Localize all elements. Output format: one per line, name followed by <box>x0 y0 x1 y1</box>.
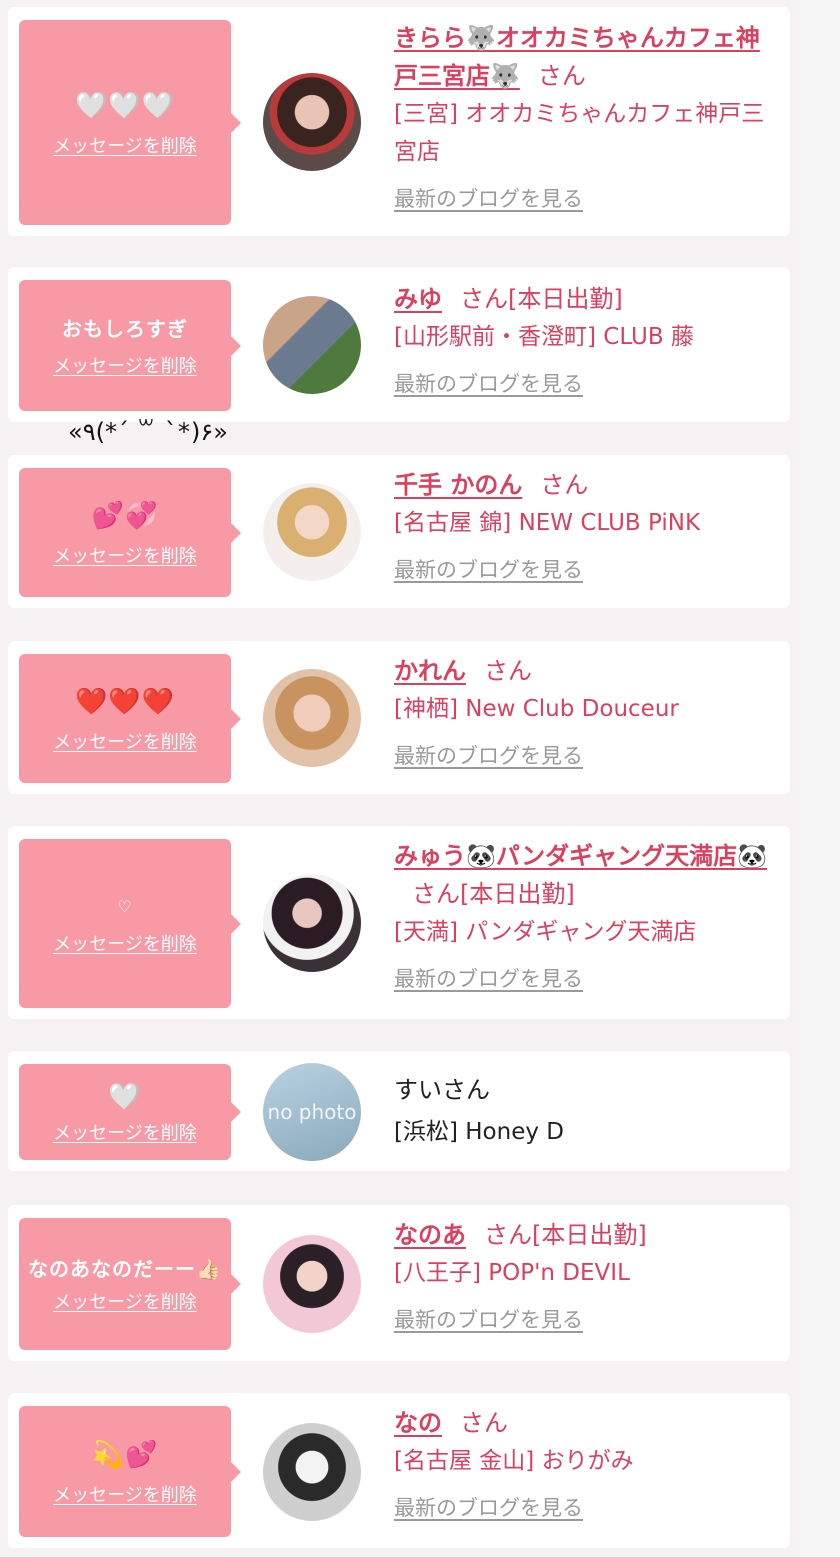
attendance-status: [本日出勤] <box>532 1221 647 1249</box>
message-bubble: 🤍🤍🤍 メッセージを削除 <box>19 20 241 225</box>
san-suffix: さん <box>484 657 532 685</box>
overlay-kaomoji: «٩(*´ ꒳ `*)۶» <box>68 418 228 446</box>
avatar[interactable] <box>263 73 361 171</box>
favorite-card: ❤️❤️❤️ メッセージを削除 かれん さん [神栖] New Club Douc… <box>8 641 790 794</box>
no-photo-text: no photo <box>267 1100 357 1124</box>
avatar[interactable] <box>263 1423 361 1521</box>
message-text: 🤍 <box>108 1082 142 1112</box>
cast-info: なの さん [名古屋 金山] おりがみ 最新のブログを見る <box>394 1404 779 1522</box>
avatar[interactable] <box>263 296 361 394</box>
latest-blog-link[interactable]: 最新のブログを見る <box>394 1492 583 1522</box>
message-text: 💕💞 <box>91 500 159 531</box>
delete-message-link[interactable]: メッセージを削除 <box>53 352 197 378</box>
avatar[interactable] <box>263 669 361 767</box>
san-suffix: さん <box>540 471 589 499</box>
delete-message-link[interactable]: メッセージを削除 <box>53 542 197 568</box>
favorite-card: 🤍🤍🤍 メッセージを削除 きらら🐺オオカミちゃんカフェ神戸三宮店🐺 さん [三宮]… <box>8 7 790 236</box>
favorite-card: 🤍 メッセージを削除 no photo すいさん [浜松] Honey D <box>8 1051 790 1171</box>
shop-name: [三宮] オオカミちゃんカフェ神戸三宮店 <box>394 101 765 165</box>
message-bubble: おもしろすぎ メッセージを削除 <box>19 280 241 411</box>
cast-name: すいさん <box>394 1076 490 1104</box>
message-bubble: 🤍 メッセージを削除 <box>19 1064 241 1160</box>
favorite-card: ♡ メッセージを削除 みゅう🐼パンダギャング天満店🐼 さん[本日出勤] [天満] … <box>8 826 790 1019</box>
latest-blog-link[interactable]: 最新のブログを見る <box>394 183 583 213</box>
san-suffix: さん <box>460 285 508 313</box>
delete-message-link[interactable]: メッセージを削除 <box>53 1119 197 1145</box>
shop-name: [名古屋 錦] NEW CLUB PiNK <box>394 510 701 536</box>
cast-name-line: かれん さん <box>394 652 779 690</box>
avatar[interactable] <box>263 1235 361 1333</box>
avatar[interactable] <box>263 874 361 972</box>
san-suffix: さん <box>412 880 460 908</box>
cast-name-link[interactable]: みゆ <box>394 285 442 313</box>
attendance-status: [本日出勤] <box>508 285 623 313</box>
latest-blog-link[interactable]: 最新のブログを見る <box>394 368 583 398</box>
message-bubble: ♡ メッセージを削除 <box>19 839 241 1008</box>
favorite-card: なのあなのだーー👍🏻 メッセージを削除 なのあ さん[本日出勤] [八王子] PO… <box>8 1205 790 1361</box>
cast-name-link[interactable]: かれん <box>394 657 466 685</box>
cast-info: かれん さん [神栖] New Club Douceur 最新のブログを見る <box>394 652 779 770</box>
latest-blog-link[interactable]: 最新のブログを見る <box>394 1304 583 1334</box>
cast-info: なのあ さん[本日出勤] [八王子] POP'n DEVIL 最新のブログを見る <box>394 1216 779 1334</box>
cast-info: 千手 かのん さん [名古屋 錦] NEW CLUB PiNK 最新のブログを見る <box>394 466 779 584</box>
cast-name-link[interactable]: 千手 かのん <box>394 471 522 499</box>
cast-info: すいさん [浜松] Honey D <box>394 1071 779 1151</box>
cast-name-link[interactable]: なの <box>394 1409 442 1437</box>
cast-name-line: きらら🐺オオカミちゃんカフェ神戸三宮店🐺 さん <box>394 19 779 95</box>
shop-name: [山形駅前・香澄町] CLUB 藤 <box>394 324 694 350</box>
shop-name: [神栖] New Club Douceur <box>394 696 679 722</box>
cast-name-line: なのあ さん[本日出勤] <box>394 1216 779 1254</box>
message-text: なのあなのだーー👍🏻 <box>28 1257 222 1281</box>
avatar[interactable] <box>263 483 361 581</box>
latest-blog-link[interactable]: 最新のブログを見る <box>394 963 583 993</box>
favorite-card: 💫💕 メッセージを削除 なの さん [名古屋 金山] おりがみ 最新のブログを見る <box>8 1393 790 1548</box>
message-bubble: ❤️❤️❤️ メッセージを削除 <box>19 654 241 783</box>
right-edge-strip <box>800 0 840 1557</box>
delete-message-link[interactable]: メッセージを削除 <box>53 728 197 754</box>
delete-message-link[interactable]: メッセージを削除 <box>53 1288 197 1314</box>
cast-name-link[interactable]: なのあ <box>394 1221 466 1249</box>
avatar-no-photo[interactable]: no photo <box>263 1063 361 1161</box>
message-bubble: 💫💕 メッセージを削除 <box>19 1406 241 1537</box>
cast-info: みゆ さん[本日出勤] [山形駅前・香澄町] CLUB 藤 最新のブログを見る <box>394 280 779 398</box>
shop-name: [八王子] POP'n DEVIL <box>394 1260 630 1286</box>
favorite-card: 💕💞 メッセージを削除 千手 かのん さん [名古屋 錦] NEW CLUB Pi… <box>8 455 790 608</box>
shop-name: [天満] パンダギャング天満店 <box>394 919 697 945</box>
cast-name-line: みゅう🐼パンダギャング天満店🐼 さん[本日出勤] <box>394 837 779 913</box>
shop-name: [名古屋 金山] おりがみ <box>394 1448 634 1474</box>
delete-message-link[interactable]: メッセージを削除 <box>53 1481 197 1507</box>
san-suffix: さん <box>537 62 586 90</box>
san-suffix: さん <box>484 1221 532 1249</box>
message-text: ♡ <box>117 896 133 916</box>
cast-name-line: なの さん <box>394 1404 779 1442</box>
favorite-card: おもしろすぎ メッセージを削除 みゆ さん[本日出勤] [山形駅前・香澄町] CL… <box>8 267 790 422</box>
cast-name-link[interactable]: みゅう🐼パンダギャング天満店🐼 <box>394 842 767 870</box>
cast-name-line: 千手 かのん さん <box>394 466 779 504</box>
cast-info: みゅう🐼パンダギャング天満店🐼さん[本日出勤] [天満] パンダギャング天満店 … <box>394 837 779 993</box>
latest-blog-link[interactable]: 最新のブログを見る <box>394 554 583 584</box>
san-suffix: さん <box>460 1409 508 1437</box>
cast-info: きらら🐺オオカミちゃんカフェ神戸三宮店🐺 さん [三宮] オオカミちゃんカフェ神戸… <box>394 19 779 213</box>
message-bubble: なのあなのだーー👍🏻 メッセージを削除 <box>19 1218 241 1350</box>
shop-name: [浜松] Honey D <box>394 1119 564 1145</box>
cast-name-line: みゆ さん[本日出勤] <box>394 280 779 318</box>
message-text: ❤️❤️❤️ <box>74 686 176 717</box>
delete-message-link[interactable]: メッセージを削除 <box>53 930 197 956</box>
message-bubble: 💕💞 メッセージを削除 <box>19 468 241 597</box>
message-text: 💫💕 <box>91 1439 159 1470</box>
message-text: 🤍🤍🤍 <box>74 90 176 121</box>
latest-blog-link[interactable]: 最新のブログを見る <box>394 740 583 770</box>
message-text: おもしろすぎ <box>62 316 188 341</box>
attendance-status: [本日出勤] <box>460 880 575 908</box>
delete-message-link[interactable]: メッセージを削除 <box>53 132 197 158</box>
